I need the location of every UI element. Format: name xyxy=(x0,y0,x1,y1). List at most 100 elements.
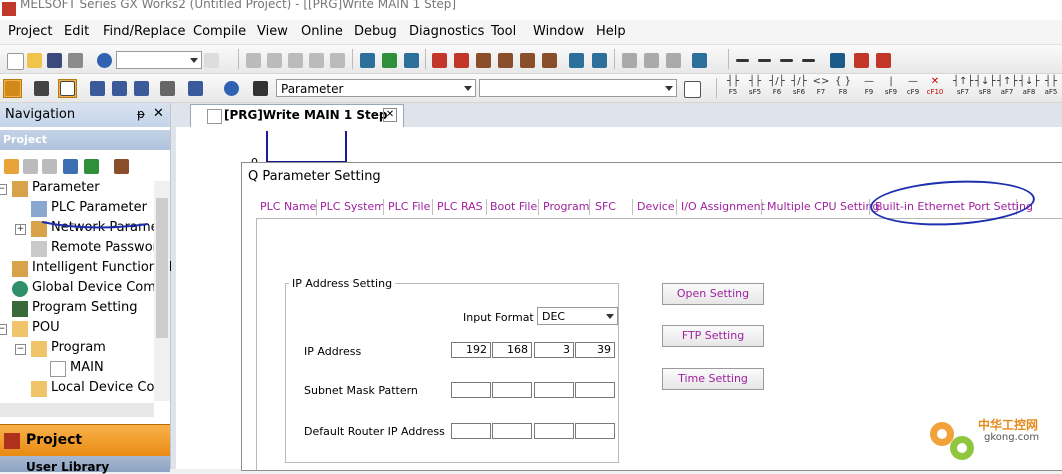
tab-plc-ras[interactable]: PLC RAS xyxy=(437,200,483,213)
comment-icon[interactable] xyxy=(620,51,639,70)
note-icon[interactable] xyxy=(664,51,683,70)
menu-project[interactable]: Project xyxy=(8,24,52,39)
user-library-tab[interactable]: User Library xyxy=(0,456,170,474)
fkey-sf5[interactable]: ┤├ sF5 xyxy=(745,76,765,100)
tab-boot-file[interactable]: Boot File xyxy=(490,200,537,213)
device-use-icon[interactable] xyxy=(540,51,559,70)
help-icon[interactable] xyxy=(95,51,114,70)
tab-sfc[interactable]: SFC xyxy=(595,200,616,213)
fkey-af7[interactable]: ┤↑├ aF7 xyxy=(997,76,1017,100)
redo-icon[interactable] xyxy=(328,51,347,70)
router-octet-3[interactable] xyxy=(534,423,574,439)
menu-tool[interactable]: Tool xyxy=(491,24,516,39)
binoculars-icon[interactable] xyxy=(251,79,270,98)
tab-device[interactable]: Device xyxy=(637,200,675,213)
fkey-f6[interactable]: ┤/├ F6 xyxy=(767,76,787,100)
fkey-sf7[interactable]: ┤↑├ sF7 xyxy=(953,76,973,100)
fkey-cf9[interactable]: — cF9 xyxy=(903,76,923,100)
router-octet-1[interactable] xyxy=(451,423,491,439)
paste-icon[interactable] xyxy=(286,51,305,70)
subnet-octet-4[interactable] xyxy=(575,382,615,398)
menu-debug[interactable]: Debug xyxy=(354,24,397,39)
ip-octet-3[interactable]: 3 xyxy=(534,342,574,358)
refresh-icon[interactable] xyxy=(82,157,101,176)
ip-octet-1[interactable]: 192 xyxy=(451,342,491,358)
search-icon[interactable] xyxy=(474,51,493,70)
input-format-select[interactable]: DEC xyxy=(537,307,618,325)
fkey-f5[interactable]: ┤├ F5 xyxy=(723,76,743,100)
device-icon-3[interactable] xyxy=(132,79,151,98)
copy-data-icon[interactable] xyxy=(21,157,40,176)
fkey-f8[interactable]: { } F8 xyxy=(833,76,853,100)
fkey-af5[interactable]: ┤├ aF5 xyxy=(1041,76,1061,100)
menu-diagnostics[interactable]: Diagnostics xyxy=(409,24,484,39)
help-circle-icon[interactable] xyxy=(222,79,241,98)
verify-icon[interactable] xyxy=(402,51,421,70)
subnet-octet-2[interactable] xyxy=(492,382,532,398)
ip-octet-4[interactable]: 39 xyxy=(575,342,615,358)
new-project-icon[interactable] xyxy=(5,51,24,70)
tab-plc-name[interactable]: PLC Name xyxy=(260,200,316,213)
menu-find-replace[interactable]: Find/Replace xyxy=(103,24,185,39)
find-text-combo[interactable] xyxy=(479,79,677,97)
undo-icon[interactable] xyxy=(307,51,326,70)
router-octet-4[interactable] xyxy=(575,423,615,439)
open-folder-icon[interactable] xyxy=(25,51,44,70)
ladder-coil-icon[interactable] xyxy=(756,51,775,70)
cut-icon[interactable] xyxy=(244,51,263,70)
open-setting-button[interactable]: Open Setting xyxy=(662,283,764,305)
read-mode-icon[interactable] xyxy=(874,51,893,70)
monitor-start-icon[interactable] xyxy=(430,51,449,70)
tab-program[interactable]: Program xyxy=(543,200,589,213)
cross-reference-icon[interactable] xyxy=(496,51,515,70)
menu-view[interactable]: View xyxy=(257,24,288,39)
device-icon-1[interactable] xyxy=(88,79,107,98)
fkey-sf6[interactable]: ┤/├ sF6 xyxy=(789,76,809,100)
device-batch-replace-icon[interactable] xyxy=(590,51,609,70)
device-icon-4[interactable] xyxy=(186,79,205,98)
tree-expander[interactable]: − xyxy=(0,184,7,195)
project-view-icon[interactable] xyxy=(3,79,22,98)
ladder-branch-icon[interactable] xyxy=(778,51,797,70)
menu-compile[interactable]: Compile xyxy=(193,24,246,39)
fkey-sf9[interactable]: | sF9 xyxy=(881,76,901,100)
online-read-icon[interactable] xyxy=(358,51,377,70)
monitor-mode-icon[interactable] xyxy=(828,51,847,70)
chevron-down-icon[interactable] xyxy=(202,51,221,70)
device-icon-2[interactable] xyxy=(110,79,129,98)
ftp-setting-button[interactable]: FTP Setting xyxy=(662,325,764,347)
module-view-icon[interactable] xyxy=(32,79,51,98)
toolbar-combo-1[interactable] xyxy=(116,51,202,69)
tab-plc-file[interactable]: PLC File xyxy=(388,200,430,213)
close-icon[interactable]: ✕ xyxy=(153,106,164,121)
time-setting-button[interactable]: Time Setting xyxy=(662,368,764,390)
menu-help[interactable]: Help xyxy=(596,24,626,39)
fkey-af8[interactable]: ┤↓├ aF8 xyxy=(1019,76,1039,100)
router-octet-2[interactable] xyxy=(492,423,532,439)
ladder-contact-icon[interactable] xyxy=(734,51,753,70)
statement-icon[interactable] xyxy=(642,51,661,70)
menu-edit[interactable]: Edit xyxy=(64,24,89,39)
pin-icon[interactable]: ᵽ xyxy=(137,107,145,121)
monitor-stop-icon[interactable] xyxy=(452,51,471,70)
paste-data-icon[interactable] xyxy=(40,157,59,176)
project-tab[interactable]: Project xyxy=(0,424,170,457)
copy-icon[interactable] xyxy=(265,51,284,70)
close-icon[interactable]: ✕ xyxy=(383,108,397,122)
ip-octet-2[interactable]: 168 xyxy=(492,342,532,358)
subnet-octet-3[interactable] xyxy=(534,382,574,398)
watch-icon[interactable] xyxy=(158,79,177,98)
tab-multiple-cpu-setting[interactable]: Multiple CPU Setting xyxy=(767,200,879,213)
fkey-f9[interactable]: — F9 xyxy=(859,76,879,100)
save-icon[interactable] xyxy=(45,51,64,70)
navigation-scrollbar-thumb[interactable] xyxy=(156,198,168,338)
tree-expander[interactable]: − xyxy=(0,324,7,335)
print-icon[interactable] xyxy=(66,51,85,70)
tree-expander[interactable]: − xyxy=(15,344,26,355)
fkey-sf8[interactable]: ┤↓├ sF8 xyxy=(975,76,995,100)
document-tab[interactable]: [PRG]Write MAIN 1 Step ✕ xyxy=(190,104,404,128)
ladder-delete-icon[interactable] xyxy=(800,51,819,70)
find-scope-combo[interactable]: Parameter xyxy=(276,79,476,97)
tools-icon[interactable] xyxy=(112,157,131,176)
fkey-f7[interactable]: <> F7 xyxy=(811,76,831,100)
